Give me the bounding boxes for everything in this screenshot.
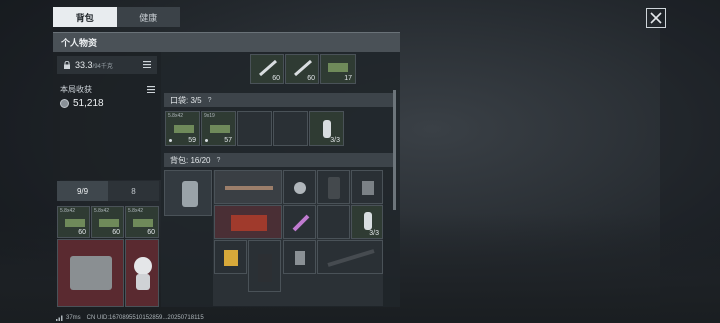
scrollbar[interactable] [393,90,396,210]
canister-icon [364,212,372,230]
bag-slot[interactable] [214,205,282,239]
lock-icon [64,61,70,69]
pocket-slot[interactable]: 5.8x42 59 [165,111,200,146]
bag-title: 背包: 16/20 [170,155,211,165]
bag-slot[interactable] [283,240,316,274]
left-summary: 33.3 /94千克 本局收获 51,218 [53,52,161,180]
lens-icon [328,177,340,199]
slot-count: 3/3 [369,230,379,237]
device-icon [362,181,374,195]
tab-backpack[interactable]: 背包 [53,7,117,27]
weight-unit: /94千克 [92,63,113,70]
tab-health[interactable]: 健康 [117,7,181,27]
pocket-slot[interactable]: 3/3 [309,111,344,146]
left-slot[interactable]: 5.8x42 60 [91,206,124,238]
slot-count: 60 [112,229,120,236]
slot-count: 60 [272,75,280,82]
panel-title: 个人物资 [61,38,98,48]
battery-icon [295,251,305,265]
panel-title-bar: 个人物资 [53,32,400,52]
bag-slot[interactable] [248,240,281,292]
figurine-icon [134,257,152,290]
slot-label: 5.8x42 [128,208,144,214]
help-icon[interactable]: ? [216,157,220,164]
coffee-machine-icon [258,254,272,282]
bag-slot[interactable]: 3/3 [351,205,383,239]
slot-label: 5.8x42 [168,113,184,119]
slot-count: 3/3 [330,137,340,144]
slot-dot [169,139,172,142]
loadout-strip: 9/9 8 [57,181,159,201]
bag-slot[interactable] [317,240,383,274]
bag-slot[interactable] [351,170,383,204]
strip-tab-armor[interactable]: 9/9 [57,181,108,201]
left-slot[interactable]: 5.8x42 60 [57,206,90,238]
ping-text: 37ms [66,315,81,321]
slot-count: 60 [307,75,315,82]
slot-label: 9x19 [204,113,215,119]
inventory-slot[interactable]: 17 [320,54,356,84]
bag-slot[interactable] [283,170,316,204]
bag-header: 背包: 16/20 ? [164,153,394,167]
slot-count: 57 [224,137,232,144]
ammo-box-icon [328,63,348,72]
weight-row[interactable]: 33.3 /94千克 [57,56,157,74]
ammo-box-icon [210,125,230,133]
pocket-header: 口袋: 3/5 ? [164,93,394,107]
slot-count: 59 [188,137,196,144]
strip-tab-rig[interactable]: 8 [108,181,159,201]
gold-item-icon [224,250,238,266]
crossbow-icon [327,249,375,267]
slot-count: 60 [78,229,86,236]
stick-icon [292,214,310,232]
heater-icon [70,256,112,290]
ammo-box-icon [99,219,119,227]
slot-count: 60 [147,229,155,236]
pocket-slot[interactable] [237,111,272,146]
list-icon[interactable] [143,61,151,68]
list-icon[interactable] [147,86,155,93]
close-button[interactable] [646,8,666,28]
inventory-slot[interactable]: 60 [250,54,284,84]
uid-text: CN UID:1670895510152859...20250718115 [86,315,204,321]
bag-slot[interactable] [164,170,212,216]
coin-icon [60,99,69,108]
help-icon[interactable]: ? [208,97,212,104]
slot-label: 5.8x42 [94,208,110,214]
income-value: 51,218 [73,98,104,109]
graphics-card-icon [231,215,267,231]
income-label: 本局收获 [60,85,92,94]
status-footer: 37ms CN UID:1670895510152859...202507181… [56,313,204,323]
weight-value: 33.3 [75,60,93,70]
bag-slot[interactable] [214,240,247,274]
bag-slot[interactable] [214,170,282,204]
left-slot[interactable] [125,239,159,307]
wifi-icon [56,315,63,321]
inventory-slot[interactable]: 60 [285,54,319,84]
pocket-slot[interactable] [273,111,308,146]
ammo-box-icon [133,219,153,227]
close-icon [650,12,662,24]
strip-tab-rig-label: 8 [131,186,136,196]
pocket-title: 口袋: 3/5 [170,95,202,105]
slot-count: 17 [344,75,352,82]
top-tabs: 背包 健康 [53,7,180,27]
bag-slot[interactable] [317,205,350,239]
bag-slot[interactable] [317,170,350,204]
slot-dot [205,139,208,142]
left-slot[interactable] [57,239,124,307]
ammo-box-icon [65,219,85,227]
pocket-slot[interactable]: 9x19 57 [201,111,236,146]
tool-icon [225,186,273,190]
vest-icon [182,181,198,207]
strip-tab-armor-label: 9/9 [76,186,89,196]
bag-slot[interactable] [283,205,316,239]
slot-label: 5.8x42 [60,208,76,214]
ammo-box-icon [174,125,194,133]
left-slot[interactable]: 5.8x42 60 [125,206,159,238]
earphones-icon [294,182,306,194]
income-row: 51,218 [60,98,104,109]
